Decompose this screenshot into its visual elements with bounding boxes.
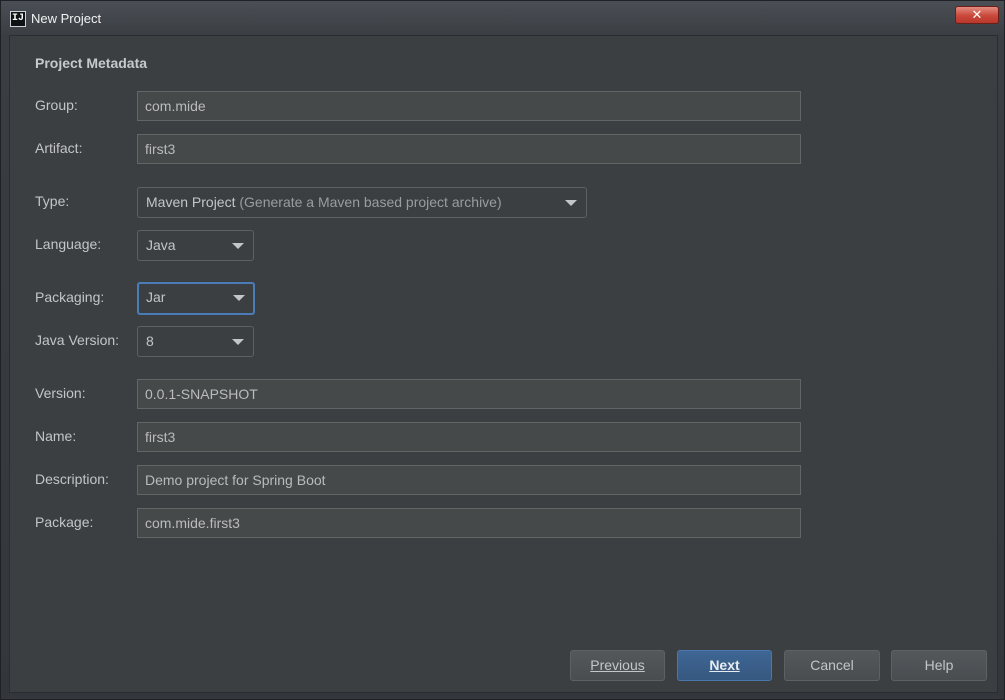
type-select[interactable]: Maven Project (Generate a Maven based pr… — [137, 187, 587, 218]
cancel-button[interactable]: Cancel — [784, 650, 880, 681]
name-label: Name: — [35, 428, 77, 444]
package-label: Package: — [35, 514, 94, 530]
java-version-label: Java Version: — [35, 332, 120, 348]
intellij-icon: IJ — [10, 11, 26, 27]
chevron-down-icon — [565, 200, 577, 206]
version-label: Version: — [35, 385, 86, 401]
artifact-input[interactable]: first3 — [137, 134, 801, 164]
window-title: New Project — [31, 11, 102, 26]
description-label: Description: — [35, 471, 109, 487]
close-icon: ✕ — [971, 7, 983, 22]
group-label: Group: — [35, 97, 78, 113]
java-version-select[interactable]: 8 — [137, 326, 254, 357]
language-label: Language: — [35, 236, 102, 252]
new-project-dialog: IJ New Project ✕ Project Metadata Group:… — [0, 0, 1005, 700]
chevron-down-icon — [232, 243, 244, 249]
package-input[interactable]: com.mide.first3 — [137, 508, 801, 538]
java-version-select-value: 8 — [146, 333, 154, 349]
type-select-hint: (Generate a Maven based project archive) — [239, 194, 502, 210]
artifact-label: Artifact: — [35, 140, 83, 156]
type-select-value: Maven Project — [146, 194, 236, 210]
packaging-select-value: Jar — [146, 289, 166, 305]
section-title: Project Metadata — [35, 55, 148, 71]
next-button-label: Next — [709, 657, 740, 673]
description-input[interactable]: Demo project for Spring Boot — [137, 465, 801, 495]
help-button[interactable]: Help — [891, 650, 987, 681]
name-input[interactable]: first3 — [137, 422, 801, 452]
chevron-down-icon — [233, 295, 245, 301]
previous-button[interactable]: Previous — [570, 650, 665, 681]
help-button-label: Help — [924, 657, 954, 673]
dialog-content: Project Metadata Group: com.mide Artifac… — [9, 35, 998, 693]
close-button[interactable]: ✕ — [955, 6, 999, 24]
title-bar[interactable]: IJ New Project ✕ — [1, 1, 1004, 35]
type-label: Type: — [35, 193, 70, 209]
language-select-value: Java — [146, 237, 176, 253]
cancel-button-label: Cancel — [810, 657, 854, 673]
packaging-select[interactable]: Jar — [137, 282, 255, 315]
previous-button-label: Previous — [590, 657, 645, 673]
packaging-label: Packaging: — [35, 289, 105, 305]
chevron-down-icon — [232, 339, 244, 345]
group-input[interactable]: com.mide — [137, 91, 801, 121]
next-button[interactable]: Next — [677, 650, 772, 681]
version-input[interactable]: 0.0.1-SNAPSHOT — [137, 379, 801, 409]
language-select[interactable]: Java — [137, 230, 254, 261]
